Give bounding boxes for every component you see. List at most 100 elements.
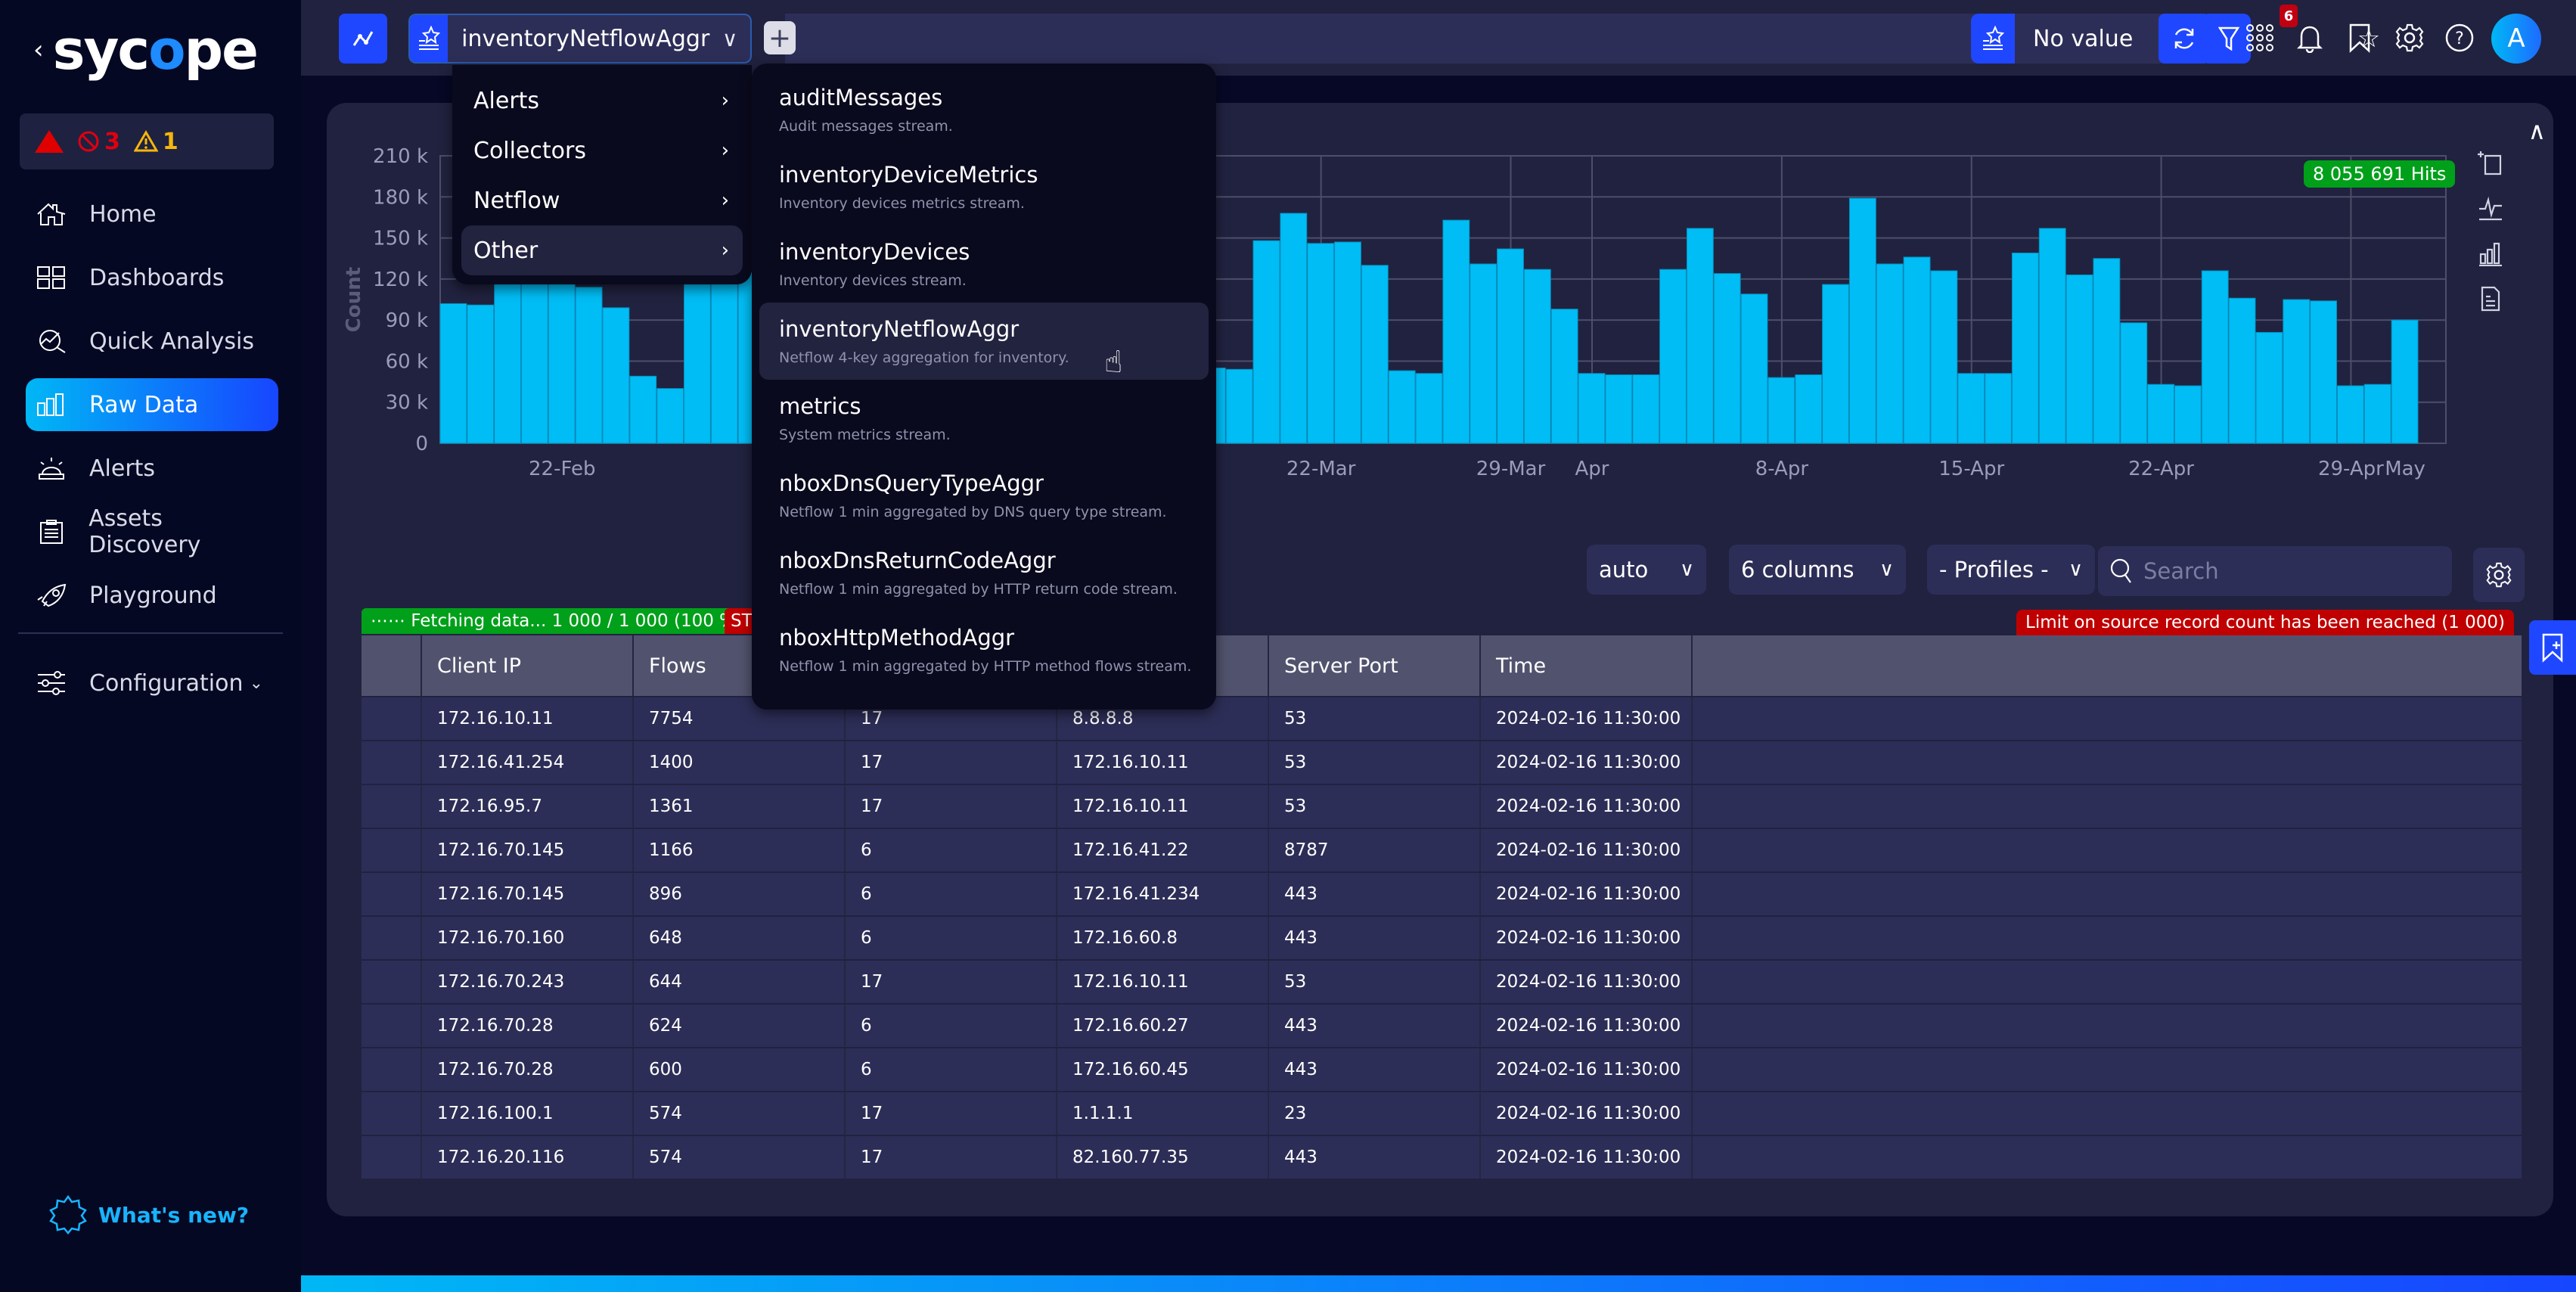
menu-item-collectors[interactable]: Collectors › (461, 126, 743, 175)
sidebar-item-alerts[interactable]: Alerts (26, 442, 278, 495)
table-row[interactable]: 172.16.100.1 574 17 1.1.1.1 23 2024-02-16 11:… (362, 1091, 2522, 1135)
menu-item-alerts[interactable]: Alerts › (461, 76, 743, 126)
table-body: 172.16.10.11 7754 17 8.8.8.8 53 2024-02-16 11… (362, 696, 2522, 1179)
sidebar-item-label: Home (89, 200, 157, 228)
menu-item-netflow[interactable]: Netflow › (461, 175, 743, 225)
sidebar-item-dashboards[interactable]: Dashboards (26, 251, 278, 304)
stream-option-inventoryNetflowAggr[interactable]: inventoryNetflowAggr Netflow 4-key aggreg… (759, 303, 1209, 380)
apps-grid-icon[interactable] (2240, 18, 2280, 57)
table-cell: 2024-02-16 11:30:00 (1481, 829, 1693, 871)
sidebar-item-label: Assets Discovery (88, 505, 201, 558)
row-select-cell[interactable] (362, 1005, 422, 1047)
filler-cell (1693, 741, 2522, 784)
menu-item-other[interactable]: Other › (461, 225, 743, 275)
column-header-time[interactable]: Time (1481, 635, 1693, 696)
line-mode-icon[interactable] (2478, 195, 2503, 221)
bar (1334, 241, 1361, 444)
interval-select[interactable]: auto ∨ (1587, 545, 1706, 595)
stream-name: nboxDnsQueryTypeAggr (779, 471, 1044, 496)
bar (2011, 252, 2039, 444)
refresh-button[interactable] (2159, 14, 2210, 64)
row-select-cell[interactable] (362, 829, 422, 871)
stream-category-menu: Alerts › Collectors › Netflow › Other › (452, 65, 752, 284)
stream-option-inventoryDeviceMetrics[interactable]: inventoryDeviceMetrics Inventory devices … (759, 148, 1209, 225)
settings-gear-icon[interactable] (2390, 18, 2429, 57)
alert-summary[interactable]: 3 1 (20, 113, 274, 169)
sidebar-item-assets-discovery[interactable]: Assets Discovery (26, 505, 278, 558)
table-row[interactable]: 172.16.41.254 1400 17 172.16.10.11 53 2024-02… (362, 740, 2522, 784)
sidebar-item-configuration[interactable]: Configuration ⌄ (26, 657, 278, 710)
bar (1822, 284, 1849, 444)
row-select-cell[interactable] (362, 1048, 422, 1091)
stream-option-inventoryDevices[interactable]: inventoryDevices Inventory devices stream… (759, 225, 1209, 303)
hand-cursor-icon: ☝ (1104, 345, 1123, 380)
bar-mode-icon[interactable] (2478, 241, 2503, 266)
column-header-client-ip[interactable]: Client IP (422, 635, 634, 696)
column-header-select[interactable] (362, 635, 422, 696)
sidebar-item-playground[interactable]: Playground (26, 569, 278, 622)
top-bar: ☆ inventoryNetflowAggr ∨ + No value 6 ? … (301, 0, 2576, 76)
add-filter-button[interactable]: + (764, 21, 796, 54)
row-select-cell[interactable] (362, 961, 422, 1003)
row-select-cell[interactable] (362, 697, 422, 740)
help-icon[interactable]: ? (2440, 18, 2479, 57)
table-cell: 2024-02-16 11:30:00 (1481, 917, 1693, 959)
table-row[interactable]: 172.16.70.28 624 6 172.16.60.27 443 2024-02-1… (362, 1003, 2522, 1047)
bottom-gradient-bar (301, 1275, 2576, 1292)
bar (1578, 373, 1606, 444)
table-row[interactable]: 172.16.70.28 600 6 172.16.60.45 443 2024-02-1… (362, 1047, 2522, 1091)
row-select-cell[interactable] (362, 785, 422, 828)
table-row[interactable]: 172.16.70.243 644 17 172.16.10.11 53 2024-02-… (362, 959, 2522, 1003)
table-row[interactable]: 172.16.95.7 1361 17 172.16.10.11 53 2024-02-1… (362, 784, 2522, 828)
warning-alerts[interactable]: 1 (133, 129, 178, 155)
logo[interactable]: ‹ sycope (33, 18, 259, 82)
table-cell: 1361 (634, 785, 846, 828)
stream-option-nboxDnsQueryTypeAggr[interactable]: nboxDnsQueryTypeAggr Netflow 1 min aggreg… (759, 457, 1209, 534)
table-row[interactable]: 172.16.70.145 896 6 172.16.41.234 443 2024-02… (362, 871, 2522, 915)
y-tick-label: 210 k (373, 145, 428, 168)
profiles-select[interactable]: - Profiles - ∨ (1927, 545, 2095, 595)
sidebar-item-raw-data[interactable]: Raw Data (26, 378, 278, 431)
add-bookmark-button[interactable] (2529, 620, 2576, 675)
row-select-cell[interactable] (362, 1092, 422, 1135)
avatar[interactable]: A (2491, 14, 2541, 64)
stream-selector[interactable]: inventoryNetflowAggr ∨ (408, 14, 752, 64)
whats-new-link[interactable]: What's new? (48, 1195, 249, 1235)
table-row[interactable]: 172.16.70.160 648 6 172.16.60.8 443 2024-02-1… (362, 915, 2522, 959)
row-select-cell[interactable] (362, 917, 422, 959)
zoom-select-icon[interactable] (2478, 150, 2503, 175)
bar (2283, 299, 2311, 444)
collapse-sidebar-icon[interactable]: ‹ (33, 35, 44, 65)
critical-alerts[interactable]: 3 (77, 129, 120, 155)
sidebar-item-label: Configuration (89, 669, 244, 697)
favorites-list-icon (1971, 14, 2015, 64)
filter-favorites-selector[interactable]: No value (1971, 14, 2142, 64)
chevron-down-icon[interactable]: ∨ (709, 15, 750, 62)
sidebar-item-home[interactable]: Home (26, 188, 278, 241)
export-document-icon[interactable] (2478, 286, 2503, 312)
search-input[interactable]: Search (2098, 546, 2452, 596)
row-select-cell[interactable] (362, 741, 422, 784)
table-cell: 172.16.60.27 (1057, 1005, 1269, 1047)
columns-select[interactable]: 6 columns ∨ (1729, 545, 1906, 595)
chart-toggle-button[interactable] (339, 14, 387, 64)
table-row[interactable]: 172.16.10.11 7754 17 8.8.8.8 53 2024-02-16 11… (362, 696, 2522, 740)
stream-option-nboxHttpMethodAggr[interactable]: nboxHttpMethodAggr Netflow 1 min aggregat… (759, 611, 1209, 688)
column-header-server-port[interactable]: Server Port (1269, 635, 1481, 696)
bookmark-icon[interactable] (2340, 18, 2379, 57)
row-select-cell[interactable] (362, 1136, 422, 1179)
stream-value: inventoryNetflowAggr (461, 25, 710, 52)
filler-cell (1693, 1048, 2522, 1091)
table-cell: 2024-02-16 11:30:00 (1481, 1092, 1693, 1135)
table-cell: 172.16.10.11 (1057, 961, 1269, 1003)
bookmark-add-icon (2542, 633, 2563, 663)
table-row[interactable]: 172.16.20.116 574 17 82.160.77.35 443 2024-02… (362, 1135, 2522, 1179)
bar (1550, 309, 1578, 444)
row-select-cell[interactable] (362, 873, 422, 915)
sidebar-item-quick-analysis[interactable]: Quick Analysis (26, 315, 278, 368)
stream-option-auditMessages[interactable]: auditMessages Audit messages stream. (759, 71, 1209, 148)
stream-option-metrics[interactable]: metrics System metrics stream. (759, 380, 1209, 457)
table-settings-button[interactable] (2473, 548, 2525, 602)
table-row[interactable]: 172.16.70.145 1166 6 172.16.41.22 8787 2024-0… (362, 828, 2522, 871)
stream-option-nboxDnsReturnCodeAggr[interactable]: nboxDnsReturnCodeAggr Netflow 1 min aggre… (759, 534, 1209, 611)
